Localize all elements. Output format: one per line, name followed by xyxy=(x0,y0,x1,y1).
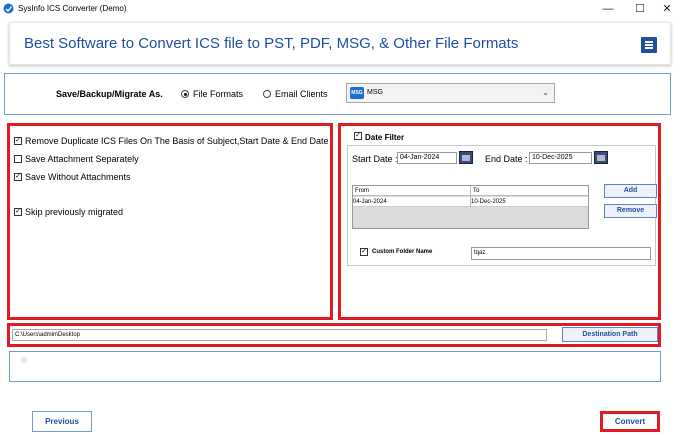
remove-duplicates-checkbox[interactable]: ✓ xyxy=(14,137,22,145)
skip-previously-migrated-label[interactable]: Skip previously migrated xyxy=(25,207,123,217)
add-button[interactable]: Add xyxy=(604,184,657,198)
save-without-attachments-label[interactable]: Save Without Attachments xyxy=(25,172,131,182)
format-dropdown[interactable]: MSG MSG ⌄ xyxy=(346,83,555,103)
format-dropdown-value: MSG xyxy=(367,89,383,96)
destination-path-button[interactable]: Destination Path xyxy=(562,327,658,342)
save-attachment-separately-checkbox[interactable] xyxy=(14,155,22,163)
hamburger-menu-icon[interactable] xyxy=(641,37,657,53)
minimize-button[interactable]: — xyxy=(593,0,623,18)
page-title: Best Software to Convert ICS file to PST… xyxy=(24,35,519,52)
custom-folder-label[interactable]: Custom Folder Name xyxy=(372,249,432,255)
chevron-down-icon: ⌄ xyxy=(542,88,549,97)
end-date-label: End Date : xyxy=(485,154,528,164)
row-to-cell: 10-Dec-2025 xyxy=(471,199,506,205)
window-title: SysInfo ICS Converter (Demo) xyxy=(18,4,127,13)
column-header-to: To xyxy=(473,188,480,194)
title-bar: SysInfo ICS Converter (Demo) — ☐ ✕ xyxy=(0,0,682,18)
date-filter-panel: ✓ Date Filter Start Date : 04-Jan-2024 E… xyxy=(338,123,661,320)
save-attachment-separately-label[interactable]: Save Attachment Separately xyxy=(25,154,139,164)
date-filter-label[interactable]: Date Filter xyxy=(365,133,404,142)
start-date-label: Start Date : xyxy=(352,154,398,164)
destination-panel: C:\Users\admin\Desktop Destination Path xyxy=(7,323,661,347)
save-as-label: Save/Backup/Migrate As. xyxy=(56,89,163,99)
custom-folder-input[interactable]: tqaz xyxy=(471,247,651,260)
column-divider xyxy=(470,186,471,207)
status-panel xyxy=(9,351,661,382)
maximize-button[interactable]: ☐ xyxy=(625,0,655,18)
destination-path-field[interactable]: C:\Users\admin\Desktop xyxy=(12,329,547,341)
end-calendar-icon[interactable] xyxy=(594,151,608,164)
email-clients-radio[interactable] xyxy=(263,90,271,98)
save-without-attachments-checkbox[interactable]: ✓ xyxy=(14,173,22,181)
start-date-field[interactable]: 04-Jan-2024 xyxy=(397,152,457,164)
options-panel: ✓ Remove Duplicate ICS Files On The Basi… xyxy=(7,123,333,320)
email-clients-label[interactable]: Email Clients xyxy=(275,89,328,99)
date-filter-checkbox[interactable]: ✓ xyxy=(354,132,362,140)
custom-folder-frame: ✓ Custom Folder Name tqaz xyxy=(347,240,656,266)
date-range-table: From To 04-Jan-2024 10-Dec-2025 xyxy=(352,185,589,229)
msg-format-icon: MSG xyxy=(350,87,364,99)
file-formats-label[interactable]: File Formats xyxy=(193,89,243,99)
status-indicator-icon xyxy=(21,357,27,363)
close-button[interactable]: ✕ xyxy=(652,0,682,18)
custom-folder-checkbox[interactable]: ✓ xyxy=(360,248,368,256)
date-range-frame: Start Date : 04-Jan-2024 End Date : 10-D… xyxy=(347,145,657,241)
header-banner: Best Software to Convert ICS file to PST… xyxy=(9,22,671,65)
skip-previously-migrated-checkbox[interactable]: ✓ xyxy=(14,208,22,216)
remove-button[interactable]: Remove xyxy=(604,204,657,218)
save-as-panel: Save/Backup/Migrate As. File Formats Ema… xyxy=(4,73,671,115)
remove-duplicates-label[interactable]: Remove Duplicate ICS Files On The Basis … xyxy=(25,136,328,146)
convert-button[interactable]: Convert xyxy=(600,411,660,432)
previous-button[interactable]: Previous xyxy=(32,411,92,432)
end-date-field[interactable]: 10-Dec-2025 xyxy=(529,152,592,164)
column-header-from: From xyxy=(355,188,369,194)
row-from-cell: 04-Jan-2024 xyxy=(353,199,387,205)
app-logo-icon xyxy=(3,3,14,14)
file-formats-radio[interactable] xyxy=(181,90,189,98)
start-calendar-icon[interactable] xyxy=(459,151,473,164)
